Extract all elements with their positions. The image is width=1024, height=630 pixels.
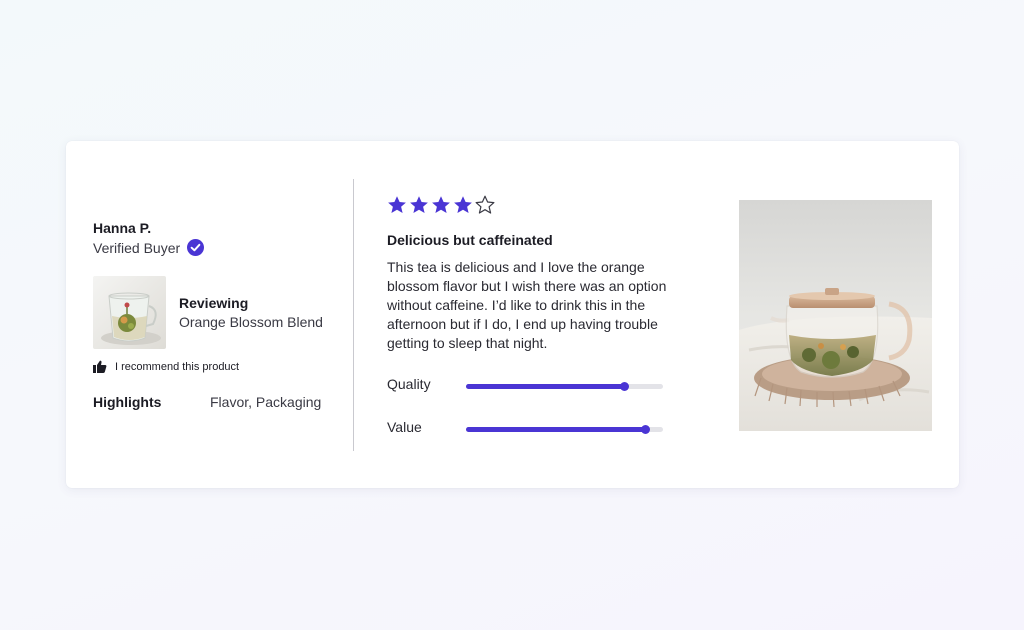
quality-rating-label: Quality: [387, 376, 431, 392]
quality-rating-track: [466, 382, 663, 391]
value-rating-marker: [641, 425, 651, 434]
reviewing-label: Reviewing: [179, 295, 249, 311]
thumbs-up-icon: [93, 360, 107, 373]
highlights-value: Flavor, Packaging: [210, 394, 322, 410]
quality-rating-marker: [619, 382, 629, 391]
value-rating-track: [466, 425, 663, 434]
review-card: Hanna P. Verified Buyer Reviewing Orange…: [66, 141, 959, 488]
review-photo[interactable]: [739, 200, 932, 431]
star-empty-icon: [475, 195, 495, 215]
reviewer-panel: Hanna P. Verified Buyer Reviewing Orange…: [93, 141, 343, 488]
review-title: Delicious but caffeinated: [387, 232, 553, 248]
star-filled-icon: [431, 195, 451, 215]
highlights-label: Highlights: [93, 394, 162, 410]
star-rating: [387, 195, 495, 215]
quality-rating-fill: [466, 384, 624, 389]
star-filled-icon: [387, 195, 407, 215]
value-rating-fill: [466, 427, 646, 432]
verified-buyer-label: Verified Buyer: [93, 239, 181, 256]
quality-rating: Quality: [387, 376, 687, 396]
reviewer-name: Hanna P.: [93, 220, 152, 236]
value-rating: Value: [387, 419, 687, 439]
star-filled-icon: [409, 195, 429, 215]
recommendation: I recommend this product: [93, 360, 239, 373]
value-rating-label: Value: [387, 419, 422, 435]
product-name-link[interactable]: Orange Blossom Blend: [179, 314, 323, 330]
recommend-text: I recommend this product: [115, 360, 240, 373]
verified-check-icon: [187, 239, 205, 256]
vertical-divider: [353, 179, 354, 451]
review-content: Delicious but caffeinated This tea is de…: [387, 141, 707, 488]
review-body: This tea is delicious and I love the ora…: [387, 259, 667, 351]
product-thumbnail[interactable]: [93, 276, 166, 349]
verified-buyer-badge: Verified Buyer: [93, 239, 205, 256]
star-filled-icon: [453, 195, 473, 215]
